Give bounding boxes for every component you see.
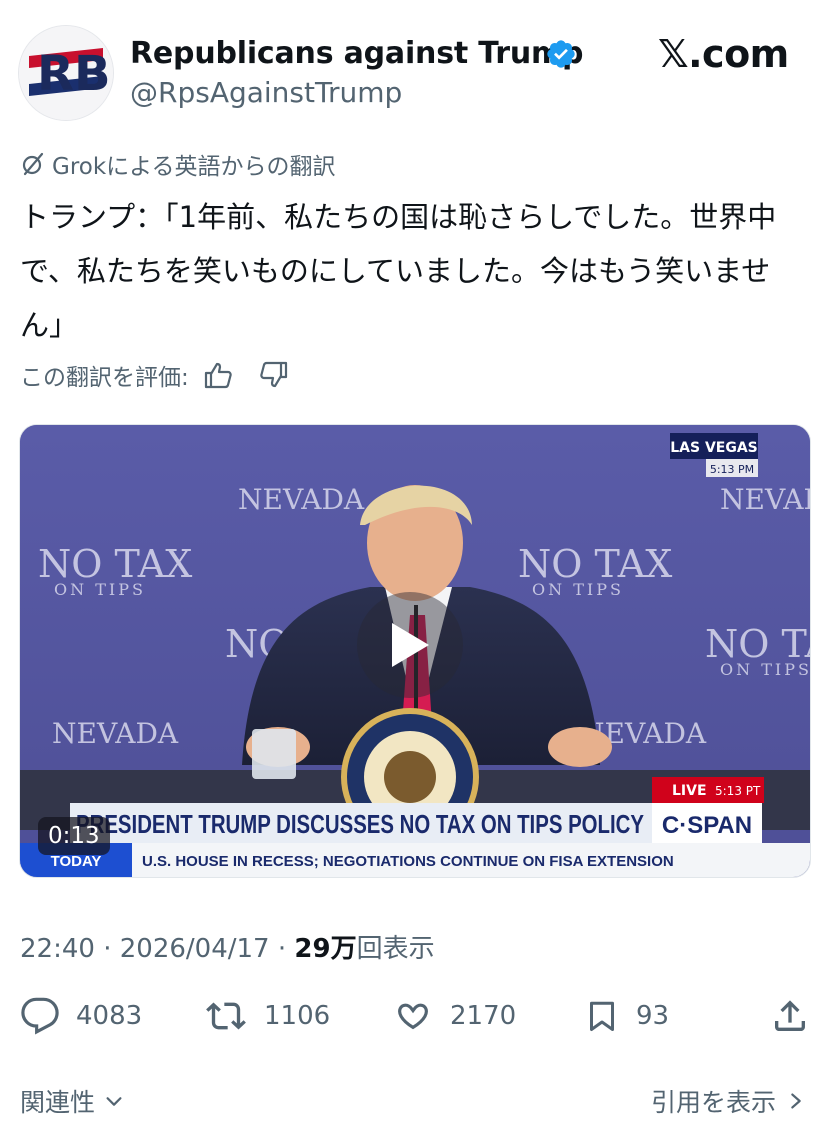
svg-text:LAS VEGAS: LAS VEGAS	[670, 440, 758, 456]
play-icon	[392, 623, 429, 667]
post-time[interactable]: 22:40	[20, 934, 95, 964]
network-logo: C·SPAN	[662, 812, 752, 839]
reply-count: 4083	[76, 1001, 143, 1031]
svg-text:NEVADA: NEVADA	[238, 483, 365, 516]
meta-separator: ·	[103, 934, 112, 964]
meta-separator: ·	[277, 934, 287, 964]
sort-relevance-dropdown[interactable]: 関連性	[20, 1082, 125, 1120]
svg-text:ON TIPS: ON TIPS	[720, 660, 810, 679]
share-button[interactable]	[770, 994, 810, 1038]
tweet-text: トランプ：「1年前、私たちの国は恥さらしでした。世界中で、私たちを笑いものにして…	[20, 200, 777, 342]
ticker-text: U.S. HOUSE IN RECESS; NEGOTIATIONS CONTI…	[142, 853, 674, 870]
repost-icon	[206, 1002, 246, 1030]
view-quotes-label: 引用を表示	[650, 1088, 776, 1117]
chevron-right-icon	[791, 1093, 801, 1109]
view-suffix: 回表示	[356, 934, 435, 964]
rate-translation: この翻訳を評価:	[20, 358, 289, 392]
svg-text:ON TIPS: ON TIPS	[54, 580, 146, 599]
verified-badge-icon	[545, 38, 577, 70]
like-count: 2170	[450, 1001, 517, 1031]
reply-icon	[21, 997, 59, 1035]
sort-label: 関連性	[20, 1088, 96, 1117]
avatar-letter-r: RB	[37, 46, 111, 102]
live-bug: LIVE 5:13 PT	[652, 777, 764, 803]
avatar-logo: RB	[19, 26, 113, 120]
reply-button[interactable]: 4083	[20, 994, 142, 1038]
svg-text:5:13 PT: 5:13 PT	[715, 784, 761, 798]
thumbs-down-icon[interactable]	[259, 361, 289, 389]
svg-text:NEVADA: NEVADA	[720, 483, 810, 516]
ticker-label: TODAY	[51, 853, 102, 870]
rate-translation-label: この翻訳を評価:	[20, 365, 189, 391]
svg-text:ON TIPS: ON TIPS	[532, 580, 624, 599]
water-cup	[252, 729, 296, 779]
lower-third-headline: PRESIDENT TRUMP DISCUSSES NO TAX ON TIPS…	[76, 809, 644, 839]
svg-text:LIVE: LIVE	[672, 783, 707, 799]
author-name[interactable]: Republicans against Trump	[130, 36, 584, 71]
chevron-down-icon	[106, 1097, 122, 1106]
view-quotes-link[interactable]: 引用を表示	[651, 1082, 806, 1120]
heart-icon	[398, 1003, 428, 1030]
post-date[interactable]: 2026/04/17	[120, 934, 270, 964]
view-count: 29万	[294, 934, 357, 964]
tweet-meta: 22:40 · 2026/04/17 · 29万回表示	[20, 928, 435, 965]
repost-button[interactable]: 1106	[204, 994, 330, 1038]
bookmark-icon	[590, 1001, 614, 1031]
share-icon	[775, 1000, 805, 1031]
bookmark-button[interactable]: 93	[584, 994, 669, 1038]
grok-icon	[22, 152, 44, 176]
author-handle[interactable]: @RpsAgainstTrump	[130, 76, 402, 109]
svg-text:5:13 PM: 5:13 PM	[710, 463, 754, 476]
translation-notice: Grokによる英語からの翻訳	[20, 148, 335, 180]
thumbs-up-icon[interactable]	[203, 361, 233, 389]
like-button[interactable]: 2170	[392, 994, 516, 1038]
avatar[interactable]: RB	[18, 25, 114, 121]
play-button[interactable]	[357, 592, 463, 698]
video-duration: 0:13	[38, 817, 110, 855]
x-com-logo: 𝕏.com	[658, 32, 789, 76]
bookmark-count: 93	[636, 1001, 670, 1031]
translation-notice-label: Grokによる英語からの翻訳	[52, 154, 336, 180]
repost-count: 1106	[264, 1001, 331, 1031]
svg-text:NEVADA: NEVADA	[52, 717, 179, 750]
